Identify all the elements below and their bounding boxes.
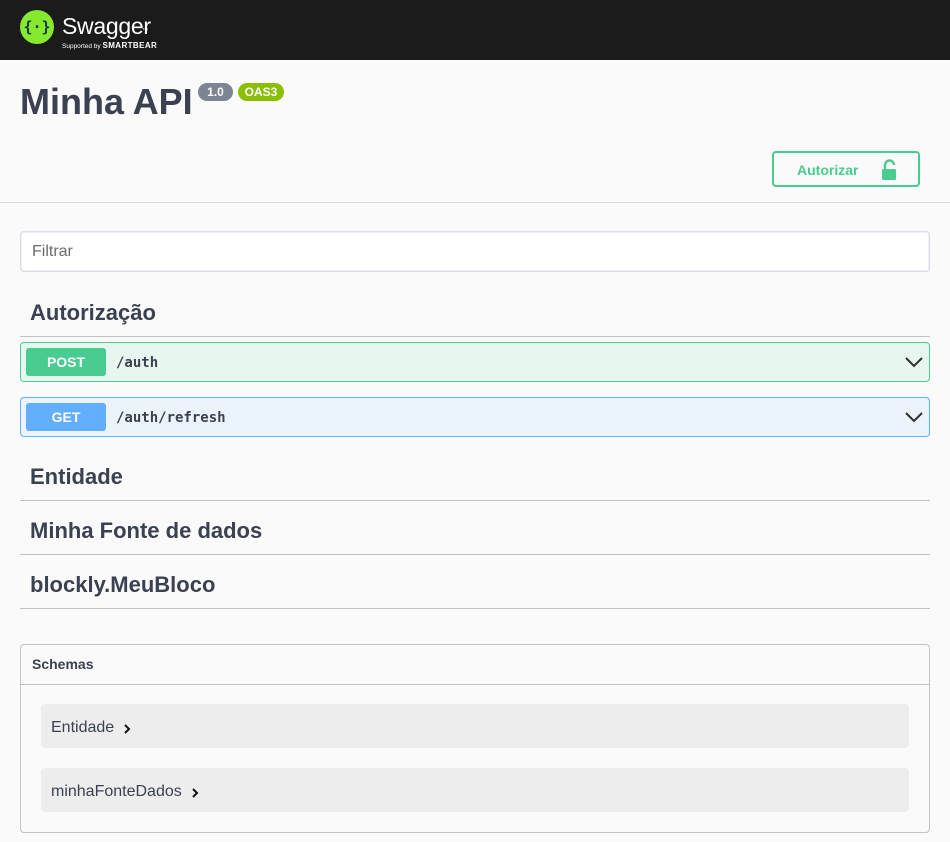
operation-path: /auth/refresh [116,410,226,426]
schema-model-minhafontedados[interactable]: minhaFonteDados [41,768,909,812]
chevron-down-icon[interactable] [904,355,924,369]
page-title: Minha API [20,81,193,122]
version-badge: 1.0 [198,83,233,101]
chevron-right-icon [124,724,131,734]
chevron-right-icon [192,788,199,798]
model-name: Entidade [51,719,115,736]
unlock-icon [882,159,896,180]
svg-text:{·}: {·} [23,18,50,36]
brand-name[interactable]: Swagger [62,13,151,40]
tag-minha-fonte-de-dados[interactable]: Minha Fonte de dados [20,510,930,555]
schema-model-entidade[interactable]: Entidade [41,704,909,748]
authorize-label: Autorizar [797,162,859,178]
schemas-title: Schemas [32,656,94,672]
method-badge-get: GET [26,403,106,431]
operation-post-auth[interactable]: POST /auth [20,342,930,382]
tag-blockly-meubloco[interactable]: blockly.MeuBloco [20,564,930,609]
model-name: minhaFonteDados [51,783,182,800]
authorize-button[interactable]: Autorizar [772,151,920,187]
trademark-mark: ™ [142,28,148,34]
tag-label: Minha Fonte de dados [30,518,263,543]
brand-subtitle: Supported by SMARTBEAR [62,41,157,50]
schemas-section: Schemas Entidade minhaFonteDados [20,644,930,833]
tag-entidade[interactable]: Entidade [20,455,930,501]
operation-path: /auth [116,355,159,371]
filter-input[interactable] [20,231,930,272]
method-badge-post: POST [26,348,106,376]
tag-label: Autorização [30,300,156,325]
tag-label: Entidade [30,464,123,489]
operation-get-auth-refresh[interactable]: GET /auth/refresh [20,397,930,437]
tag-label: blockly.MeuBloco [30,572,216,597]
topbar: {·} Swagger ™ Supported by SMARTBEAR [0,0,950,60]
oas-badge: OAS3 [238,83,284,101]
company-name: SMARTBEAR [102,41,158,50]
chevron-down-icon[interactable] [904,410,924,424]
swagger-logo-icon[interactable]: {·} [20,10,54,44]
schemas-header[interactable]: Schemas [21,645,929,685]
supported-by-text: Supported by [62,43,101,50]
tag-autorizacao[interactable]: Autorização [20,292,930,337]
